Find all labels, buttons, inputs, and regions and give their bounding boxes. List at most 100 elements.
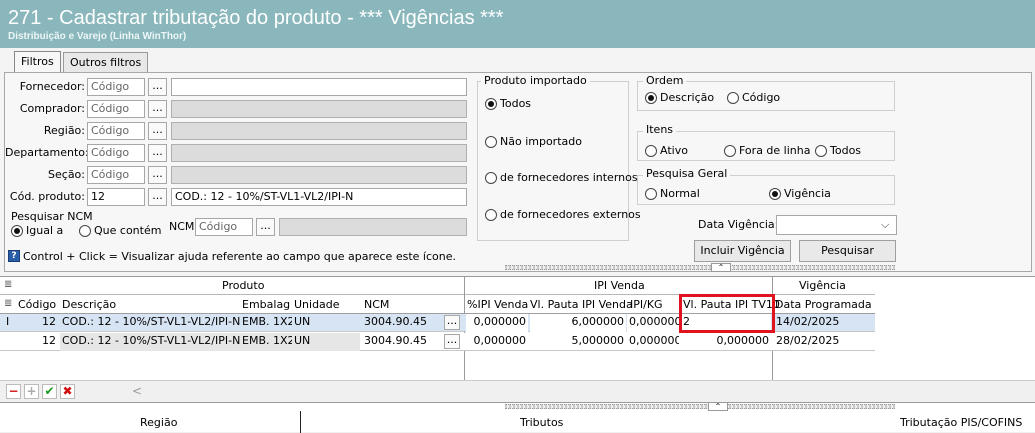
cell-descricao: COD.: 12 - 10%/ST-VL1-VL2/IPI-N <box>62 315 240 328</box>
radio-indicator <box>815 144 827 157</box>
ncm-code-input[interactable]: Código <box>195 218 253 236</box>
ncm-lookup-button[interactable]: ... <box>444 315 460 330</box>
column-divider <box>300 411 301 433</box>
cell-codigo: 12 <box>42 315 56 328</box>
add-icon[interactable]: + <box>24 384 39 399</box>
remove-icon[interactable]: − <box>6 384 21 399</box>
help-icon[interactable]: ? <box>8 250 20 262</box>
cell-ipi-venda: 0,000000 <box>473 334 527 347</box>
fornecedor-code-input[interactable]: Código <box>87 78 145 96</box>
radio-indicator <box>769 187 781 200</box>
cell-unidade: UN <box>292 333 360 351</box>
secao-search-button[interactable]: ... <box>148 166 167 184</box>
confirm-icon[interactable]: ✔ <box>42 384 57 399</box>
comprador-label: Comprador: <box>19 102 85 115</box>
departamento-search-button[interactable]: ... <box>148 144 167 162</box>
data-vigencia-input[interactable] <box>776 215 897 235</box>
radio-indicator <box>645 187 657 200</box>
col-vl-pauta-ipi-venda[interactable]: Vl. Pauta IPI Venda <box>530 298 633 311</box>
fornecedor-label: Fornecedor: <box>19 80 85 93</box>
cell-embalagem: EMB. 1X24 <box>240 333 292 351</box>
radio-ncm-igual[interactable]: Igual a <box>11 224 63 237</box>
cod-produto-search-button[interactable]: ... <box>148 188 167 206</box>
cancel-icon[interactable]: ✖ <box>60 384 75 399</box>
band-ipi-venda: IPI Venda <box>594 279 645 292</box>
cell-embalagem: EMB. 1X24 <box>242 315 292 328</box>
scroll-left-icon[interactable]: < <box>132 384 142 398</box>
radio-ncm-contem[interactable]: Que contém <box>79 224 161 237</box>
radio-fornecedores-externos[interactable]: de fornecedores externos <box>485 208 641 221</box>
pesquisar-button[interactable]: Pesquisar <box>799 240 896 262</box>
col-codigo[interactable]: Código <box>18 298 56 311</box>
radio-itens-todos[interactable]: Todos <box>815 144 861 157</box>
column-chooser-icon[interactable]: ≣ <box>4 279 12 290</box>
bottom-header-tributos: Tributos <box>520 416 564 429</box>
cell-data: 28/02/2025 <box>776 334 840 347</box>
splitter-top[interactable] <box>505 265 895 270</box>
radio-itens-fora-de-linha[interactable]: Fora de linha <box>724 144 810 157</box>
cell-data: 14/02/2025 <box>776 315 840 328</box>
radio-itens-ativo[interactable]: Ativo <box>645 144 688 157</box>
radio-indicator <box>79 224 91 237</box>
comprador-search-button[interactable]: ... <box>148 100 167 118</box>
radio-indicator <box>645 91 657 104</box>
window-subtitle: Distribuição e Varejo (Linha WinThor) <box>8 31 187 42</box>
col-embalagem[interactable]: Embalagei <box>242 298 290 311</box>
fornecedor-description <box>171 78 467 96</box>
col-ipi-kg[interactable]: IPI/KG <box>630 298 663 311</box>
data-vigencia-label: Data Vigência: <box>698 218 779 231</box>
radio-ordem-codigo[interactable]: Código <box>727 91 780 104</box>
table-row[interactable]: 12 COD.: 12 - 10%/ST-VL1-VL2/IPI-N EMB. … <box>0 333 875 351</box>
secao-code-input[interactable]: Código <box>87 166 145 184</box>
cell-vl-pauta: 6,000000 <box>530 314 626 332</box>
fornecedor-search-button[interactable]: ... <box>148 78 167 96</box>
ncm-search-button[interactable]: ... <box>256 218 275 236</box>
radio-importado-todos[interactable]: Todos <box>485 97 531 110</box>
filter-panel: Filtros Outros filtros Fornecedor: Códig… <box>0 48 1035 276</box>
cod-produto-description: COD.: 12 - 10%/ST-VL1-VL2/IPI-N <box>171 188 467 206</box>
regiao-code-input[interactable]: Código <box>87 122 145 140</box>
radio-ordem-descricao[interactable]: Descrição <box>645 91 714 104</box>
ordem-title: Ordem <box>643 74 687 87</box>
departamento-code-input[interactable]: Código <box>87 144 145 162</box>
regiao-search-button[interactable]: ... <box>148 122 167 140</box>
band-divider <box>464 277 465 295</box>
tab-outros-filtros[interactable]: Outros filtros <box>63 52 149 72</box>
col-data-programada[interactable]: Data Programada <box>775 298 872 311</box>
cell-ncm: 3004.90.45 <box>364 315 427 328</box>
splitter-bottom[interactable] <box>505 404 895 409</box>
comprador-description <box>171 100 467 118</box>
departamento-description <box>171 144 467 162</box>
radio-pesquisa-vigencia[interactable]: Vigência <box>769 187 831 200</box>
radio-nao-importado[interactable]: Não importado <box>485 135 582 148</box>
ncm-lookup-button[interactable]: ... <box>444 334 460 349</box>
radio-pesquisa-normal[interactable]: Normal <box>645 187 700 200</box>
regiao-label: Região: <box>43 124 85 137</box>
incluir-vigencia-button[interactable]: Incluir Vigência <box>694 240 791 262</box>
col-ipi-venda[interactable]: %IPI Venda <box>467 298 528 311</box>
help-text: Control + Click = Visualizar ajuda refer… <box>23 250 456 263</box>
radio-indicator <box>485 97 497 110</box>
chevron-down-icon[interactable]: ⌵ <box>881 218 889 232</box>
collapse-up-icon[interactable]: ⌃ <box>711 263 731 272</box>
collapse-up-icon[interactable]: ⌃ <box>708 402 728 411</box>
secao-label: Seção: <box>48 168 85 181</box>
cod-produto-input[interactable]: 12 <box>87 188 145 206</box>
cell-vl-pauta: 5,000000 <box>571 334 625 347</box>
ncm-description <box>279 218 467 236</box>
tab-filtros[interactable]: Filtros <box>14 51 61 73</box>
bottom-grid: ⌃ Região Tributos Tributação PIS/COFINS <box>0 402 1035 433</box>
radio-indicator <box>11 224 23 237</box>
radio-fornecedores-internos[interactable]: de fornecedores internos <box>485 171 638 184</box>
col-ncm[interactable]: NCM <box>364 298 389 311</box>
bottom-header-regiao: Região <box>140 416 178 429</box>
data-grid: ≣ Produto IPI Venda Vigência ≣ Código De… <box>0 276 1035 381</box>
cell-ncm: 3004.90.45 <box>364 334 427 347</box>
cell-vl-pauta-tv10: 0,000000 <box>716 334 770 347</box>
cell-codigo: 12 <box>42 334 56 347</box>
col-unidade[interactable]: Unidade <box>294 298 340 311</box>
col-descricao[interactable]: Descrição <box>62 298 116 311</box>
cell-ipi-kg: 0,000000 <box>627 314 679 332</box>
cell-ipi-kg: 0,000000 <box>629 334 679 347</box>
comprador-code-input[interactable]: Código <box>87 100 145 118</box>
